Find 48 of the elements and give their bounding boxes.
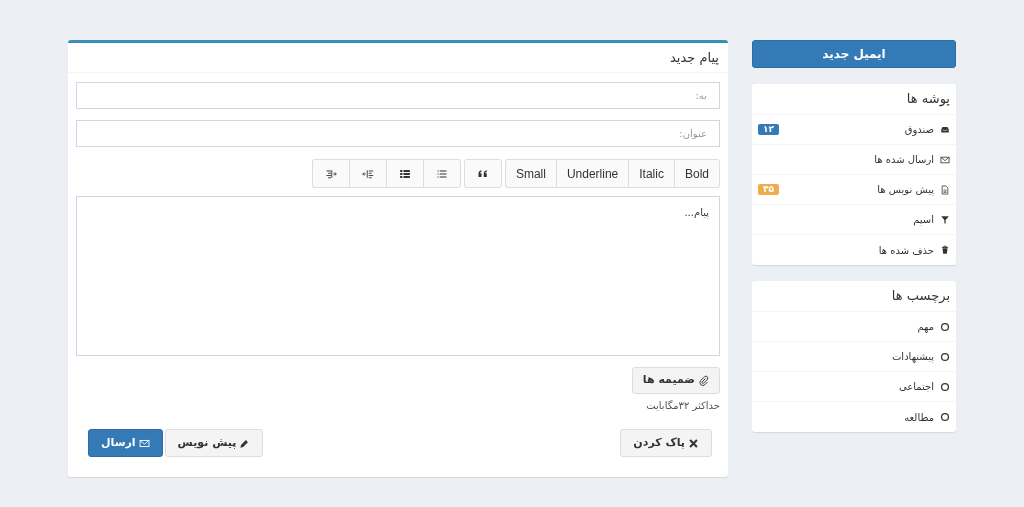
to-field[interactable]: به: xyxy=(76,82,720,109)
draft-button[interactable]: پیش نویس xyxy=(164,429,264,457)
circle-icon xyxy=(940,351,950,362)
trash-icon xyxy=(940,245,950,255)
panel-title: برچسب ها xyxy=(752,281,956,312)
format-button[interactable]: Small xyxy=(504,159,556,188)
filter-icon xyxy=(940,214,950,225)
send-button[interactable]: ارسال xyxy=(88,429,163,457)
count-badge: ۱۲ xyxy=(758,124,779,135)
folder-item[interactable]: ارسال شده ها xyxy=(752,145,956,175)
label-item[interactable]: پیشنهادات xyxy=(752,342,956,372)
pencil-icon xyxy=(239,437,251,449)
format-button[interactable]: Bold xyxy=(673,159,720,188)
indent-icon xyxy=(324,167,337,180)
count-badge: ۳۵ xyxy=(758,184,779,195)
envelope-icon xyxy=(940,154,950,165)
close-icon xyxy=(688,437,699,449)
folder-item[interactable]: پیش نویس ها ۳۵ xyxy=(752,175,956,205)
list-icon xyxy=(398,167,411,180)
quote-button[interactable] xyxy=(463,159,502,188)
panel-title: پوشه ها xyxy=(752,84,956,115)
list-icon xyxy=(435,167,448,180)
format-button[interactable]: Italic xyxy=(628,159,674,188)
document-icon xyxy=(940,184,950,195)
envelope-icon xyxy=(138,437,150,449)
attachments-button[interactable]: ضمیمه ها xyxy=(631,367,720,394)
subject-field[interactable]: عنوان: xyxy=(76,120,720,147)
discard-button[interactable]: پاک کردن xyxy=(620,429,712,457)
label-item[interactable]: اجتماعی xyxy=(752,372,956,402)
label-item[interactable]: مطالعه xyxy=(752,402,956,432)
list-button[interactable] xyxy=(385,159,423,188)
circle-icon xyxy=(940,321,950,332)
quote-icon xyxy=(476,167,489,180)
folder-item[interactable]: صندوق ۱۲ xyxy=(752,115,956,145)
folder-item[interactable]: حذف شده ها xyxy=(752,235,956,265)
folder-item[interactable]: اسپم xyxy=(752,205,956,235)
circle-icon xyxy=(940,381,950,392)
indent-button[interactable] xyxy=(311,159,349,188)
outdent-icon xyxy=(361,167,374,180)
attachment-size-hint: حداکثر ۳۲مگابایت xyxy=(646,399,720,413)
format-button[interactable]: Underline xyxy=(555,159,629,188)
panel-title: پیام جدید xyxy=(68,43,728,73)
circle-icon xyxy=(940,412,950,422)
new-email-button[interactable]: ایمیل جدید xyxy=(752,40,956,68)
message-field[interactable]: پیام... xyxy=(76,196,720,356)
paperclip-icon xyxy=(698,375,709,386)
inbox-icon xyxy=(940,124,950,135)
label-item[interactable]: مهم xyxy=(752,312,956,342)
